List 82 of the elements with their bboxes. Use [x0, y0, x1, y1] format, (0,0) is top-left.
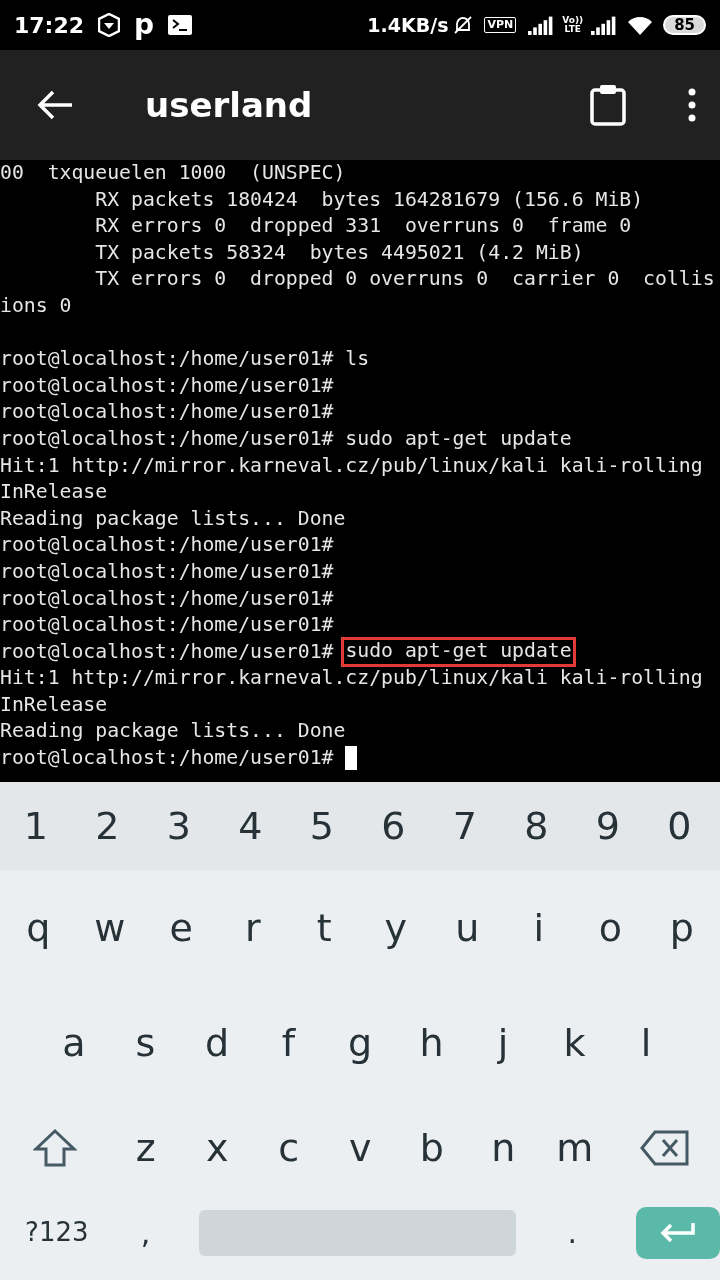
status-time: 17:22 — [14, 11, 85, 40]
backspace-icon[interactable] — [640, 1129, 691, 1166]
keyboard-key[interactable]: a — [38, 1023, 110, 1062]
keyboard-key[interactable]: 6 — [357, 807, 429, 845]
keyboard-key[interactable]: q — [2, 908, 74, 947]
keyboard-key[interactable]: g — [324, 1023, 396, 1062]
keyboard-key[interactable]: k — [538, 1023, 611, 1062]
highlighted-command: sudo apt-get update — [341, 637, 576, 667]
terminal-line: TX errors 0 dropped 0 overruns 0 carrier 0 collis — [94, 266, 715, 293]
terminal-line: 00 txqueuelen 1000 (UNSPEC) — [0, 160, 346, 186]
terminal-line: root@localhost:/home/user01# sudo apt-get update — [0, 425, 572, 452]
terminal-line: root@localhost:/home/user01# — [0, 638, 334, 665]
clipboard-icon[interactable] — [590, 84, 626, 126]
terminal-line: root@localhost:/home/user01# ls — [0, 346, 370, 373]
keyboard-key[interactable]: p — [646, 908, 718, 947]
keyboard-key[interactable]: h — [395, 1023, 468, 1062]
app-logo-letter: p — [134, 11, 155, 39]
keyboard-key[interactable]: r — [217, 908, 289, 947]
wifi-icon — [627, 15, 654, 35]
keyboard-key[interactable]: o — [574, 908, 646, 947]
terminal-line: root@localhost:/home/user01# — [0, 745, 334, 772]
comma-key[interactable]: , — [113, 1210, 178, 1255]
keyboard-key[interactable]: t — [288, 908, 360, 947]
terminal-line: InRelease — [0, 691, 108, 718]
keyboard-key[interactable]: b — [396, 1128, 468, 1167]
keyboard-key[interactable]: s — [109, 1023, 182, 1062]
keyboard-key[interactable]: c — [253, 1128, 325, 1167]
terminal-line: TX packets 58324 bytes 4495021 (4.2 MiB) — [94, 239, 584, 266]
terminal-line: Reading package lists... Done — [0, 718, 346, 745]
keyboard-key[interactable]: i — [503, 908, 575, 947]
more-options-icon[interactable] — [688, 88, 696, 122]
keyboard-key[interactable]: u — [431, 908, 503, 947]
terminal-line: root@localhost:/home/user01# — [0, 558, 334, 585]
terminal-line: root@localhost:/home/user01# — [0, 372, 334, 399]
terminal-line: Hit:1 http://mirror.karneval.cz/pub/linux/kali kali-rolling — [0, 452, 703, 479]
terminal-line: root@localhost:/home/user01# — [0, 532, 334, 559]
volte-label: LTE — [564, 25, 581, 34]
keyboard-key[interactable]: m — [539, 1128, 611, 1167]
keyboard-key[interactable]: 1 — [0, 807, 72, 845]
keyboard-key[interactable]: y — [360, 908, 432, 947]
terminal-line: Reading package lists... Done — [0, 505, 346, 532]
keyboard-key[interactable]: e — [145, 908, 217, 947]
terminal-line: ions 0 — [0, 292, 72, 319]
keyboard-key[interactable]: w — [74, 908, 146, 947]
keyboard-key[interactable]: x — [181, 1128, 253, 1167]
terminal-line: root@localhost:/home/user01# — [0, 612, 334, 639]
enter-icon — [659, 1220, 698, 1245]
keyboard-key[interactable]: 4 — [214, 807, 286, 845]
terminal-line: root@localhost:/home/user01# — [0, 399, 334, 426]
terminal-line: Hit:1 http://mirror.karneval.cz/pub/linux/kali kali-rolling — [0, 665, 703, 692]
back-arrow-icon[interactable] — [36, 89, 74, 121]
keyboard-key[interactable]: j — [467, 1023, 539, 1062]
keyboard-key[interactable]: d — [181, 1023, 253, 1062]
terminal-line: RX packets 180424 bytes 164281679 (156.6 MiB) — [94, 186, 644, 213]
terminal-icon — [168, 15, 193, 35]
muted-bell-icon — [452, 14, 475, 36]
shield-icon — [98, 13, 121, 37]
network-speed: 1.4KB/s — [367, 12, 449, 38]
keyboard-key[interactable]: 3 — [143, 807, 215, 845]
shift-icon[interactable] — [33, 1127, 77, 1168]
keyboard-key[interactable]: 2 — [71, 807, 143, 845]
terminal-line: InRelease — [0, 479, 108, 506]
keyboard-key[interactable]: v — [324, 1128, 396, 1167]
signal-icon — [528, 15, 555, 35]
keyboard-key[interactable]: 5 — [286, 807, 358, 845]
app-title: userland — [145, 83, 313, 127]
keyboard-key[interactable]: 8 — [500, 807, 572, 845]
period-key[interactable]: . — [536, 1210, 609, 1255]
vpn-badge: VPN — [484, 17, 517, 33]
keyboard-key[interactable]: n — [467, 1128, 539, 1167]
keyboard-key[interactable]: 0 — [643, 807, 715, 845]
keyboard-key[interactable]: 7 — [429, 807, 501, 845]
keyboard-key[interactable]: z — [110, 1128, 182, 1167]
symbols-key[interactable]: ?123 — [0, 1213, 114, 1252]
signal-icon — [591, 15, 618, 35]
terminal-line: root@localhost:/home/user01# — [0, 585, 334, 612]
keyboard-key[interactable]: 9 — [572, 807, 644, 845]
battery-indicator: 85 — [663, 15, 706, 35]
terminal-line: RX errors 0 dropped 331 overruns 0 frame 0 — [94, 213, 632, 240]
keyboard-key[interactable]: l — [610, 1023, 682, 1062]
volte-label: Vo)) — [562, 16, 584, 25]
keyboard-key[interactable]: f — [252, 1023, 325, 1062]
